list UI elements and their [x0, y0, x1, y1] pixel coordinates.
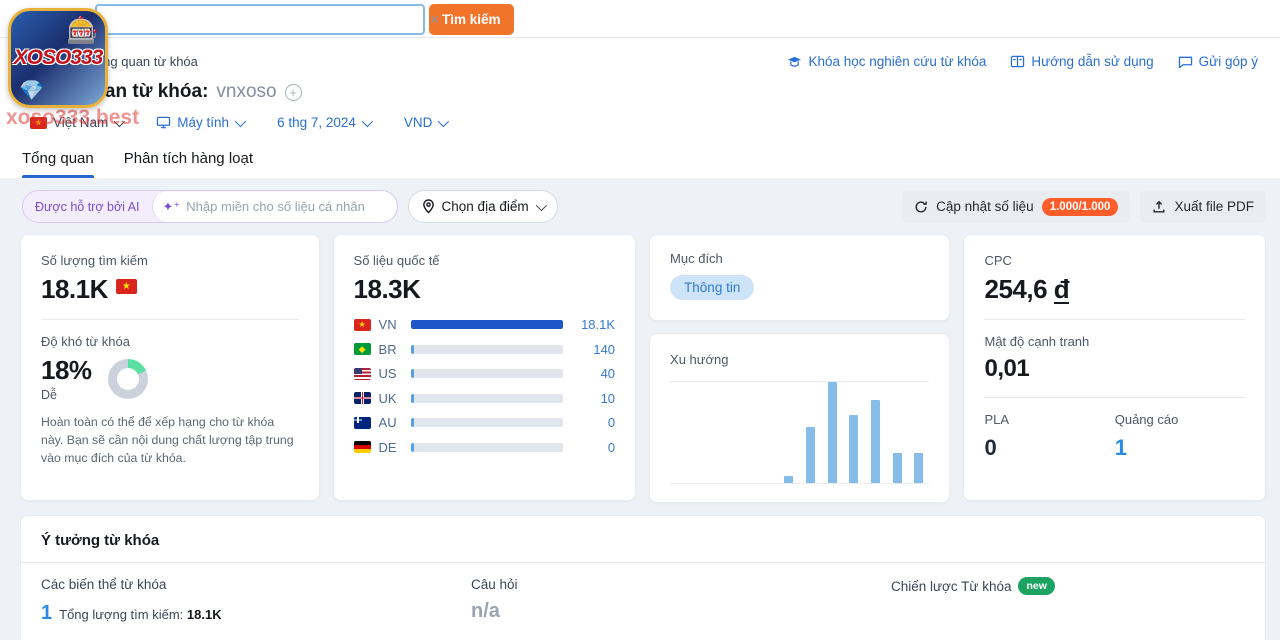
- card-search-volume: Số lượng tìm kiếm 18.1K Độ khó từ khóa 1…: [20, 234, 320, 501]
- pla-value: 0: [984, 435, 1114, 461]
- difficulty-value: 18%: [41, 355, 92, 385]
- country-row: AU 0: [354, 415, 616, 430]
- currency-filter[interactable]: VND: [404, 115, 447, 130]
- difficulty-description: Hoàn toàn có thể để xếp hạng cho từ khóa…: [41, 414, 299, 467]
- country-bar: [411, 345, 564, 354]
- refresh-icon: [914, 200, 928, 214]
- country-row: US 40: [354, 366, 616, 381]
- questions-title: Câu hỏi: [471, 577, 891, 592]
- global-value: 18.3K: [354, 274, 616, 305]
- ads-title: Quảng cáo: [1115, 412, 1245, 427]
- variations-total-volume: 18.1K: [187, 607, 222, 622]
- tab-bulk-analysis[interactable]: Phân tích hàng loạt: [124, 150, 253, 178]
- choose-location-button[interactable]: Chọn địa điểm: [408, 190, 558, 223]
- card-global-volume: Số liệu quốc tế 18.3K VN 18.1K BR 140 US…: [333, 234, 637, 501]
- vn-flag-icon: [354, 319, 371, 331]
- ideas-strategy-column: Chiến lược Từ khóa new: [891, 577, 1055, 625]
- competition-title: Mật độ cạnh tranh: [984, 334, 1245, 349]
- competition-value: 0,01: [984, 355, 1245, 383]
- trend-title: Xu hướng: [670, 352, 929, 367]
- cpc-value: 254,6 đ: [984, 274, 1245, 305]
- export-pdf-button[interactable]: Xuất file PDF: [1140, 190, 1266, 223]
- variations-title: Các biến thể từ khóa: [41, 577, 471, 592]
- link-keyword-course[interactable]: Khóa học nghiên cứu từ khóa: [787, 54, 986, 69]
- desktop-icon: [156, 116, 171, 129]
- card-intent: Mục đích Thông tin: [649, 234, 950, 321]
- ads-value: 1: [1115, 435, 1245, 461]
- ai-domain-combo: Được hỗ trợ bởi AI ✦⁺: [22, 190, 398, 223]
- country-row: VN 18.1K: [354, 317, 616, 332]
- sparkles-icon: ✦⁺: [163, 199, 181, 215]
- card-cpc: CPC 254,6 đ Mật độ cạnh tranh 0,01 PLA 0…: [963, 234, 1266, 501]
- link-user-guide[interactable]: Hướng dẫn sử dụng: [1010, 54, 1153, 69]
- date-filter[interactable]: 6 thg 7, 2024: [277, 115, 370, 130]
- chevron-down-icon: [235, 115, 246, 126]
- feedback-icon: [1178, 55, 1193, 68]
- filters-toolbar: Được hỗ trợ bởi AI ✦⁺ Chọn địa điểm Cập …: [0, 178, 1280, 223]
- trend-chart: [670, 381, 929, 484]
- keyword-ideas-section: Ý tưởng từ khóa Các biến thể từ khóa 1 T…: [20, 515, 1266, 640]
- quota-badge: 1.000/1.000: [1042, 198, 1119, 216]
- link-send-feedback[interactable]: Gửi góp ý: [1178, 54, 1258, 69]
- watermark-text: xoso333.best: [6, 106, 139, 130]
- ideas-title: Ý tưởng từ khóa: [21, 516, 1265, 563]
- card-trend: Xu hướng: [649, 333, 950, 503]
- chevron-down-icon: [362, 115, 373, 126]
- volume-title: Số lượng tìm kiếm: [41, 253, 299, 268]
- device-filter[interactable]: Máy tính: [156, 115, 243, 130]
- search-button[interactable]: Tìm kiếm: [429, 4, 514, 35]
- de-flag-icon: [354, 441, 371, 453]
- questions-value: n/a: [471, 600, 891, 623]
- new-badge: new: [1018, 577, 1054, 595]
- difficulty-title: Độ khó từ khóa: [41, 334, 299, 349]
- keyword-search-input[interactable]: [95, 4, 425, 35]
- country-row: UK 10: [354, 391, 616, 406]
- intent-badge[interactable]: Thông tin: [670, 275, 754, 300]
- domain-input[interactable]: [186, 199, 386, 214]
- update-metrics-button[interactable]: Cập nhật số liệu 1.000/1.000: [902, 190, 1130, 223]
- chevron-down-icon: [535, 199, 546, 210]
- location-pin-icon: [422, 199, 435, 214]
- pla-title: PLA: [984, 412, 1114, 427]
- page-title-keyword: vnxoso: [216, 81, 276, 103]
- dong-currency: đ: [1054, 277, 1069, 304]
- cpc-title: CPC: [984, 253, 1245, 268]
- ideas-questions-column: Câu hỏi n/a: [471, 577, 891, 625]
- upload-icon: [1152, 200, 1166, 214]
- country-row: DE 0: [354, 440, 616, 455]
- ideas-variations-column: Các biến thể từ khóa 1 Tổng lượng tìm ki…: [41, 577, 471, 625]
- volume-value: 18.1K: [41, 274, 108, 305]
- chevron-down-icon: [438, 115, 449, 126]
- variations-count[interactable]: 1: [41, 602, 52, 625]
- global-title: Số liệu quốc tế: [354, 253, 616, 268]
- uk-flag-icon: [354, 392, 371, 404]
- intent-title: Mục đích: [670, 251, 929, 266]
- add-keyword-icon[interactable]: +: [285, 84, 302, 101]
- country-bar: [411, 394, 564, 403]
- ai-powered-badge: Được hỗ trợ bởi AI: [23, 191, 152, 222]
- graduation-cap-icon: [787, 55, 802, 68]
- country-bar: [411, 320, 564, 329]
- country-bar: [411, 369, 564, 378]
- us-flag-icon: [354, 368, 371, 380]
- vn-flag-icon: [116, 279, 137, 294]
- difficulty-donut: [108, 359, 148, 399]
- country-bar: [411, 443, 564, 452]
- difficulty-label: Dễ: [41, 388, 92, 402]
- country-bar: [411, 418, 564, 427]
- top-search-bar: × Tìm kiếm: [0, 0, 1280, 38]
- country-row: BR 140: [354, 342, 616, 357]
- book-icon: [1010, 55, 1025, 68]
- page-header: Tổng quan từ khóa Khóa học nghiên cứu từ…: [0, 38, 1280, 178]
- clear-search-icon[interactable]: ×: [430, 11, 440, 28]
- au-flag-icon: [354, 417, 371, 429]
- strategy-title[interactable]: Chiến lược Từ khóa: [891, 579, 1011, 594]
- tab-overview[interactable]: Tổng quan: [22, 150, 94, 178]
- xoso333-logo: XOSO333: [8, 8, 108, 108]
- br-flag-icon: [354, 343, 371, 355]
